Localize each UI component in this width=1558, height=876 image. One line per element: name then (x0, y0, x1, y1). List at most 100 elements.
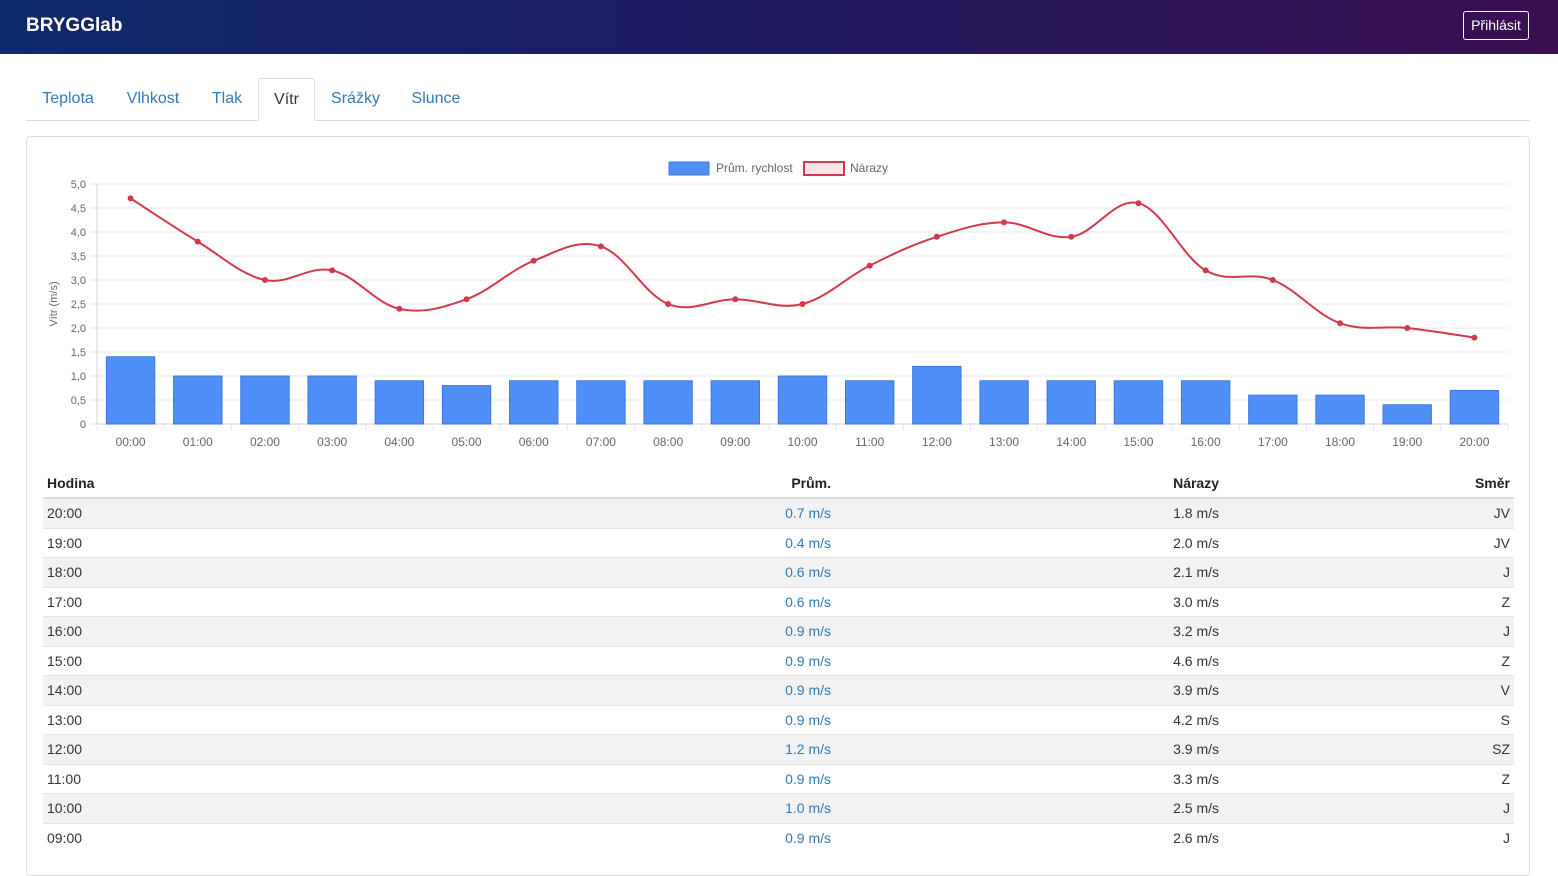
cell-hour: 11:00 (43, 763, 411, 794)
cell-gust: 3.9 m/s (835, 734, 1223, 764)
gust-point (127, 195, 134, 202)
cell-gust: 3.9 m/s (835, 675, 1223, 705)
gust-point (1404, 325, 1411, 331)
y-tick-label: 2,0 (71, 323, 86, 335)
y-tick-label: 0 (80, 419, 86, 431)
bar-avg-speed (1180, 380, 1231, 425)
x-tick-label: 05:00 (452, 435, 482, 449)
bar-avg-speed (1113, 380, 1164, 425)
cell-gust: 4.6 m/s (835, 645, 1223, 676)
x-tick-label: 18:00 (1325, 435, 1355, 449)
cell-avg: 0.7 m/s (411, 497, 835, 528)
table-row: 17:00 0.6 m/s 3.0 m/s Z (43, 586, 1514, 617)
gust-point (1202, 267, 1209, 274)
cell-gust: 2.1 m/s (835, 557, 1223, 587)
y-tick-label: 1,0 (71, 371, 86, 383)
y-tick-label: 2,5 (71, 299, 86, 311)
cell-direction: J (1223, 616, 1514, 646)
table-row: 18:00 0.6 m/s 2.1 m/s J (43, 557, 1514, 587)
cell-direction: Z (1223, 586, 1514, 617)
cell-direction: Z (1223, 645, 1514, 676)
cell-avg: 0.9 m/s (411, 704, 835, 735)
gust-point (1269, 277, 1276, 283)
cell-gust: 2.0 m/s (835, 527, 1223, 558)
bar-avg-speed (979, 380, 1029, 425)
y-tick-label: 1,5 (71, 347, 86, 359)
bar-avg-speed (307, 375, 357, 425)
bar-avg-speed (173, 375, 223, 425)
cell-direction: J (1223, 557, 1514, 587)
table-row: 09:00 0.9 m/s 2.6 m/s J (43, 822, 1514, 852)
legend-swatch-gust (803, 161, 845, 176)
gust-point (597, 243, 604, 250)
x-tick-label: 17:00 (1258, 435, 1288, 449)
cell-gust: 3.2 m/s (835, 616, 1223, 646)
header-direction: Směr (1223, 469, 1514, 499)
cell-hour: 16:00 (43, 616, 411, 646)
x-tick-label: 14:00 (1056, 435, 1086, 449)
y-tick-label: 3,5 (71, 251, 86, 263)
x-tick-label: 15:00 (1123, 435, 1153, 449)
gust-point (1337, 320, 1344, 327)
cell-avg: 0.9 m/s (411, 616, 835, 646)
x-tick-label: 11:00 (855, 435, 884, 449)
header-hour: Hodina (43, 469, 411, 499)
cell-avg: 0.9 m/s (411, 763, 835, 794)
bar-avg-speed (1382, 404, 1432, 425)
gust-point (1135, 200, 1142, 207)
y-tick-label: 4,0 (71, 227, 86, 239)
cell-avg: 0.6 m/s (411, 586, 835, 617)
cell-hour: 17:00 (43, 586, 411, 617)
cell-hour: 09:00 (43, 822, 411, 852)
gust-point (933, 233, 940, 240)
x-tick-label: 03:00 (317, 435, 347, 449)
x-tick-label: 04:00 (384, 435, 414, 449)
bar-avg-speed (374, 380, 425, 425)
cell-hour: 19:00 (43, 527, 411, 558)
cell-avg: 0.9 m/s (411, 645, 835, 676)
bar-avg-speed (441, 385, 492, 425)
cell-hour: 18:00 (43, 557, 411, 587)
legend-label-gust: Nárazy (850, 161, 888, 175)
x-tick-label: 10:00 (787, 435, 817, 449)
bar-avg-speed (710, 380, 760, 425)
bar-avg-speed (1046, 380, 1096, 425)
legend-swatch-avg (668, 161, 710, 176)
gust-point (194, 238, 201, 245)
x-tick-label: 00:00 (116, 435, 146, 449)
x-tick-label: 12:00 (922, 435, 952, 449)
cell-direction: S (1223, 704, 1514, 735)
gust-point (396, 305, 403, 312)
gust-point (1068, 233, 1075, 240)
x-tick-label: 02:00 (250, 435, 280, 449)
table-header-row: Hodina Prům. Nárazy Směr (43, 469, 1514, 499)
bar-avg-speed (240, 375, 290, 425)
gust-point (530, 257, 537, 264)
bar-avg-speed (105, 356, 156, 425)
bar-avg-speed (576, 380, 626, 425)
x-tick-label: 13:00 (989, 435, 1019, 449)
cell-direction: J (1223, 793, 1514, 823)
cell-direction: JV (1223, 527, 1514, 558)
cell-hour: 14:00 (43, 675, 411, 705)
cell-avg: 0.6 m/s (411, 557, 835, 587)
x-tick-label: 20:00 (1459, 435, 1489, 449)
table-row: 14:00 0.9 m/s 3.9 m/s V (43, 675, 1514, 705)
legend-label-avg: Prům. rychlost (716, 161, 793, 175)
cell-avg: 0.9 m/s (411, 822, 835, 852)
y-axis-title: Vítr (m/s) (48, 281, 60, 326)
bar-avg-speed (845, 380, 895, 425)
wind-chart: 0 0,5 1,0 1,5 2,0 2,5 3,0 3,5 4,0 4,5 5,0 Vítr (m/s… (48, 161, 1509, 449)
y-tick-label: 5,0 (71, 179, 86, 191)
cell-hour: 10:00 (43, 793, 411, 823)
bar-avg-speed (777, 375, 828, 425)
cell-direction: V (1223, 675, 1514, 705)
bar-avg-speed (912, 365, 962, 425)
gust-point (799, 301, 806, 307)
cell-direction: J (1223, 822, 1514, 852)
cell-gust: 1.8 m/s (835, 497, 1223, 528)
cell-direction: JV (1223, 497, 1514, 528)
x-tick-label: 19:00 (1392, 435, 1422, 449)
y-tick-label: 3,0 (71, 275, 86, 287)
gust-point (665, 301, 672, 307)
